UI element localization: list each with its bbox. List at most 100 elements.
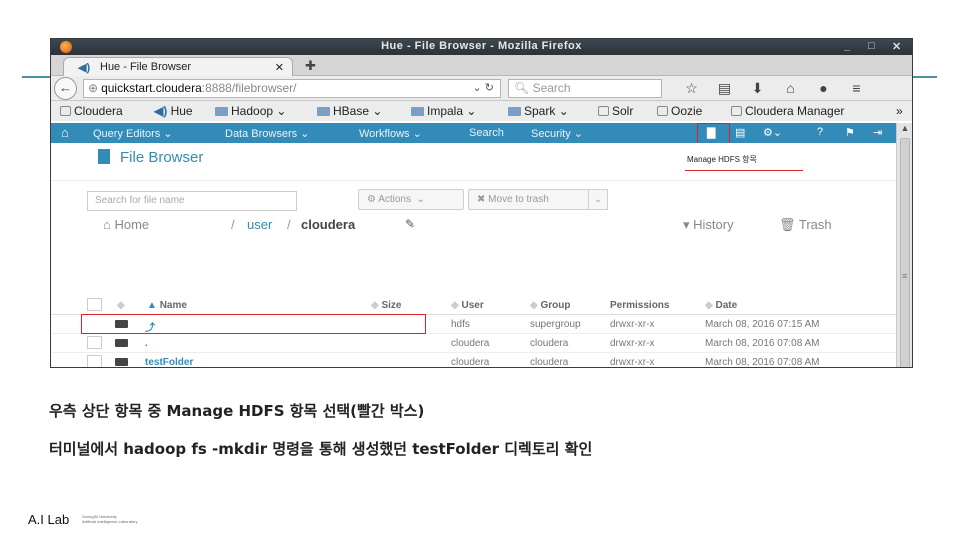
nav-query-editors[interactable]: Query Editors ⌄ <box>93 127 173 140</box>
new-tab-button[interactable]: ✚ <box>305 58 316 74</box>
cell-name[interactable]: testFolder <box>145 357 193 367</box>
nav-data-browsers[interactable]: Data Browsers ⌄ <box>225 127 309 140</box>
browser-search-input[interactable]: 🔍︎ Search <box>508 79 662 98</box>
page-scrollbar[interactable]: ▲ ≡ <box>896 123 912 367</box>
url-dropdown-reload-icons[interactable]: ⌄ ↻ <box>473 81 495 94</box>
hue-navbar: ⌂ Query Editors ⌄ Data Browsers ⌄ Workfl… <box>51 123 896 143</box>
back-button[interactable]: ← <box>54 77 77 100</box>
reading-list-icon[interactable]: ▤ <box>708 80 741 97</box>
file-toolbar: Search for file name ⚙ Actions ⌄ ✖ Move … <box>51 180 896 216</box>
col-name[interactable]: ▲ Name <box>147 300 187 311</box>
edit-path-icon[interactable]: ✎ <box>405 217 415 231</box>
breadcrumb-home[interactable]: ⌂ Home <box>103 217 149 232</box>
nav-search[interactable]: Search <box>469 127 504 139</box>
bookmark-cloudera-manager[interactable]: Cloudera Manager <box>731 104 844 118</box>
maximize-button[interactable]: □ <box>868 40 875 52</box>
cell-user: cloudera <box>451 338 490 349</box>
col-group[interactable]: ◆ Group <box>530 300 570 311</box>
breadcrumb-separator: / <box>287 217 291 232</box>
job-settings-icon[interactable]: ⚙⌄ <box>763 126 782 139</box>
slide-accent-line-right <box>913 76 937 78</box>
bookmark-folder-spark[interactable]: Spark ⌄ <box>508 104 569 118</box>
help-icon[interactable]: ? <box>817 126 823 138</box>
row-checkbox[interactable] <box>87 355 102 367</box>
col-permissions[interactable]: Permissions <box>610 300 669 311</box>
testfolder-highlight-box <box>81 314 426 334</box>
url-domain: quickstart.cloudera <box>101 81 202 95</box>
chat-icon[interactable]: ● <box>807 80 840 96</box>
page-icon <box>657 106 668 116</box>
bookmark-cloudera[interactable]: Cloudera <box>60 104 123 118</box>
bookmark-hue[interactable]: ◀) Hue <box>154 104 193 118</box>
cell-group: cloudera <box>530 338 569 349</box>
scroll-up-icon[interactable]: ▲ <box>897 123 912 136</box>
cell-user: hdfs <box>451 319 470 330</box>
close-window-button[interactable]: ✕ <box>892 40 901 53</box>
cell-group: cloudera <box>530 357 569 368</box>
hue-logo-icon: ◀) <box>154 104 171 118</box>
history-label: History <box>693 217 734 232</box>
bookmark-folder-hbase[interactable]: HBase ⌄ <box>317 104 382 118</box>
caption-step-2: 터미널에서 hadoop fs -mkdir 명령을 통해 생성했던 testF… <box>49 440 593 458</box>
cell-permissions: drwxr-xr-x <box>610 338 655 349</box>
flag-icon[interactable]: ⚑ <box>845 126 855 139</box>
select-all-checkbox[interactable] <box>87 298 102 311</box>
tab-title: Hue - File Browser <box>100 61 192 73</box>
window-title: Hue - File Browser - Mozilla Firefox <box>381 40 582 52</box>
nav-security[interactable]: Security ⌄ <box>531 127 583 140</box>
home-icon[interactable]: ⌂ <box>774 80 807 96</box>
bookmarks-toolbar: Cloudera ◀) Hue Hadoop ⌄ HBase ⌄ Impala … <box>51 101 912 121</box>
table-row[interactable]: testFolder cloudera cloudera drwxr-xr-x … <box>51 353 896 368</box>
page-icon <box>598 106 609 116</box>
col-date[interactable]: ◆ Date <box>705 300 737 311</box>
col-user[interactable]: ◆ User <box>451 300 484 311</box>
sign-out-icon[interactable]: ⇥ <box>873 126 882 139</box>
folder-icon <box>317 107 330 116</box>
breadcrumb-user[interactable]: user <box>247 217 272 232</box>
folder-icon <box>115 339 128 347</box>
file-table-header: ◆ ▲ Name ◆ Size ◆ User ◆ Group Permissio… <box>51 295 896 315</box>
bookmark-label: Impala <box>427 104 464 118</box>
file-search-input[interactable]: Search for file name <box>87 191 297 211</box>
bookmark-oozie[interactable]: Oozie <box>657 104 702 118</box>
folder-icon <box>508 107 521 116</box>
minimize-button[interactable]: _ <box>844 40 850 52</box>
move-to-trash-button[interactable]: ✖ Move to trash <box>468 189 590 210</box>
col-user-label: User <box>461 300 484 311</box>
page-title: File Browser <box>98 149 203 166</box>
download-icon[interactable]: ⬇ <box>741 80 774 97</box>
tab-hue-file-browser[interactable]: ◀) Hue - File Browser ✕ <box>63 57 293 76</box>
trash-button[interactable]: 🗑︎ Trash <box>779 217 832 233</box>
bookmark-folder-hadoop[interactable]: Hadoop ⌄ <box>215 104 286 118</box>
col-size[interactable]: ◆ Size <box>371 300 402 311</box>
search-placeholder: Search <box>532 81 571 95</box>
scrollbar-thumb[interactable] <box>900 138 910 367</box>
logo-subtitle-line2: Artificial Intelligence Laboratory <box>82 519 138 524</box>
nav-workflows[interactable]: Workflows ⌄ <box>359 127 422 140</box>
metastore-icon[interactable]: ▤ <box>735 126 745 139</box>
bookmark-star-icon[interactable]: ☆ <box>675 80 708 97</box>
col-name-label: Name <box>159 300 187 311</box>
browser-toolbar-icons: ☆ ▤ ⬇ ⌂ ● ≡ <box>675 80 873 97</box>
url-bar[interactable]: ⊕ quickstart.cloudera:8888/filebrowser/ ⌄… <box>83 79 501 98</box>
bookmark-label: Cloudera Manager <box>745 104 845 118</box>
breadcrumb-home-label: Home <box>114 217 150 232</box>
bookmark-solr[interactable]: Solr <box>598 104 633 118</box>
caption-step-1: 우측 상단 항목 중 Manage HDFS 항목 선택(빨간 박스) <box>49 402 425 420</box>
tab-close-icon[interactable]: ✕ <box>275 61 284 74</box>
actions-button[interactable]: ⚙ Actions ⌄ <box>358 189 464 210</box>
bookmarks-overflow-icon[interactable]: » <box>896 104 903 118</box>
col-date-label: Date <box>715 300 738 311</box>
row-checkbox[interactable] <box>87 336 102 349</box>
bookmark-folder-impala[interactable]: Impala ⌄ <box>411 104 476 118</box>
bookmark-label: Hue <box>170 104 193 118</box>
trash-options-caret[interactable]: ⌄ <box>588 189 608 210</box>
window-titlebar: Hue - File Browser - Mozilla Firefox _ □… <box>51 39 912 55</box>
history-button[interactable]: ▾ History <box>683 217 734 233</box>
folder-icon <box>115 358 128 366</box>
bookmark-label: Oozie <box>671 104 703 118</box>
hue-home-icon[interactable]: ⌂ <box>61 125 69 140</box>
table-row[interactable]: . cloudera cloudera drwxr-xr-x March 08,… <box>51 334 896 353</box>
menu-icon[interactable]: ≡ <box>840 80 873 96</box>
cell-name[interactable]: . <box>145 338 148 349</box>
